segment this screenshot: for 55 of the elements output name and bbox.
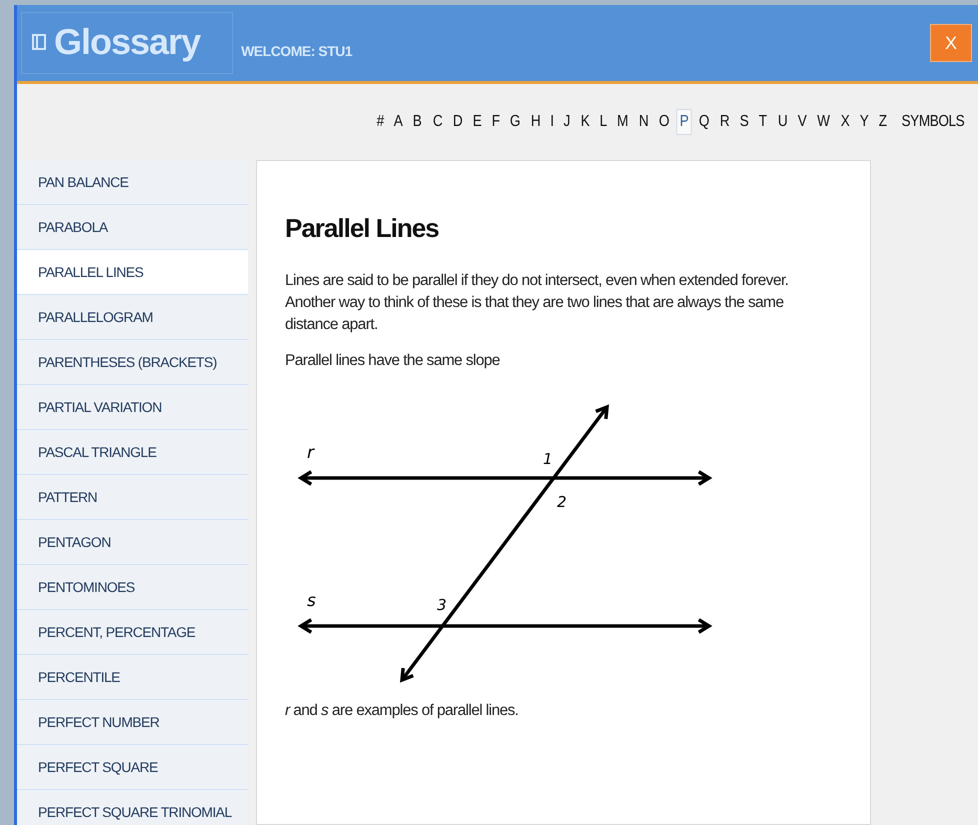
entry-text: Lines are said to be parallel if they do not intersect, even when extended forever. Another way to think of these is that they are two lines that are always the same distance apart. — [285, 271, 790, 335]
angle-label: 3 — [437, 596, 447, 614]
letter-link[interactable]: Y — [856, 109, 872, 135]
entry-title: Parallel Lines — [285, 213, 440, 244]
letter-link[interactable]: Z — [875, 109, 890, 135]
letter-link[interactable]: U — [774, 109, 790, 135]
letter-link[interactable]: L — [596, 109, 610, 135]
glossary-item[interactable]: PERCENT, PERCENTAGE — [17, 610, 248, 655]
glossary-item[interactable]: PERCENTILE — [17, 655, 248, 700]
caption-text: r and s are examples of parallel lines. — [285, 701, 520, 721]
letter-link[interactable]: F — [488, 109, 503, 135]
letter-link[interactable]: M — [614, 109, 632, 135]
entry-text: Parallel lines have the same slope — [285, 351, 501, 371]
glossary-item[interactable]: PERFECT SQUARE — [17, 745, 248, 790]
letter-link[interactable]: W — [814, 109, 833, 135]
letter-link[interactable]: I — [547, 109, 558, 135]
letter-link[interactable]: T — [756, 109, 770, 135]
letter-link[interactable]: H — [528, 109, 544, 135]
welcome-text: WELCOME: STU1 — [241, 43, 352, 59]
letter-link[interactable]: G — [506, 109, 524, 135]
glossary-item[interactable]: PARALLEL LINES — [17, 250, 248, 295]
glossary-item[interactable]: PARTIAL VARIATION — [17, 385, 248, 430]
window-title: Glossary — [54, 21, 200, 63]
glossary-item[interactable]: PENTAGON — [17, 520, 248, 565]
letter-link[interactable]: E — [469, 109, 484, 135]
letter-link[interactable]: P — [676, 109, 692, 135]
letter-link[interactable]: K — [576, 109, 592, 135]
letter-link[interactable]: N — [635, 109, 652, 135]
letter-link[interactable]: SYMBOLS — [898, 109, 968, 135]
letter-link[interactable]: J — [560, 109, 574, 135]
line-label: r — [307, 443, 314, 463]
glossary-item[interactable]: PARALLELOGRAM — [17, 295, 248, 340]
letter-link[interactable]: # — [373, 109, 387, 135]
letter-link[interactable]: O — [656, 109, 673, 135]
glossary-item[interactable]: PARABOLA — [17, 205, 248, 250]
angle-label: 1 — [543, 450, 553, 468]
letter-link[interactable]: D — [449, 109, 466, 135]
letter-link[interactable]: V — [794, 109, 810, 135]
glossary-item[interactable]: PARENTHESES (BRACKETS) — [17, 340, 248, 385]
line-label: s — [307, 591, 316, 611]
glossary-item[interactable]: PASCAL TRIANGLE — [17, 430, 248, 475]
glossary-item[interactable]: PERFECT NUMBER — [17, 700, 248, 745]
glossary-item[interactable]: PERFECT SQUARE TRINOMIAL — [17, 790, 248, 825]
letter-link[interactable]: A — [390, 109, 406, 135]
letter-link[interactable]: B — [410, 109, 426, 135]
angle-label: 2 — [557, 493, 567, 511]
glossary-item[interactable]: PENTOMINOES — [17, 565, 248, 610]
letter-link[interactable]: C — [429, 109, 446, 135]
letter-link[interactable]: X — [836, 109, 852, 135]
letter-link[interactable]: Q — [696, 109, 713, 135]
book-icon — [32, 34, 46, 50]
glossary-item[interactable]: PATTERN — [17, 475, 248, 520]
letter-link[interactable]: R — [716, 109, 733, 135]
glossary-item[interactable]: PAN BALANCE — [17, 160, 248, 205]
letter-link[interactable]: S — [736, 109, 752, 135]
